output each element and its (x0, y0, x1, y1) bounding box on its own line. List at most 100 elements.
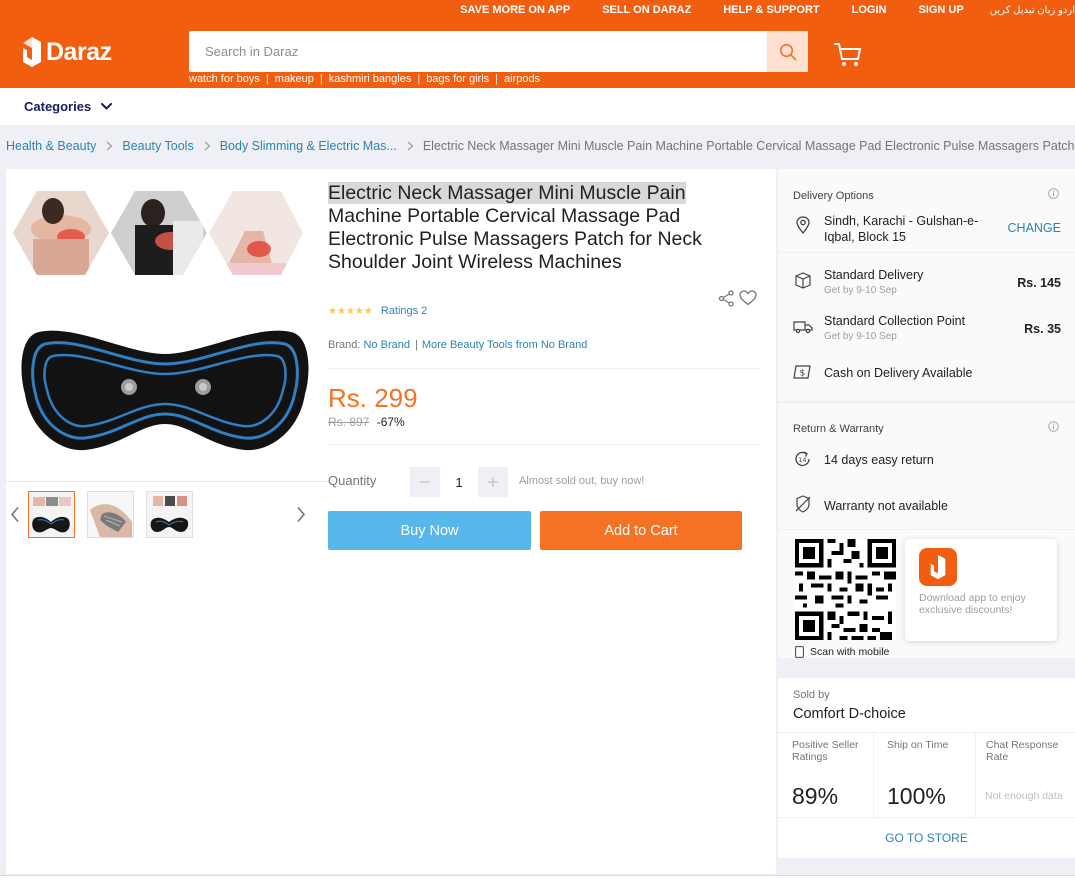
rating-row: ★★★★★ Ratings 2 (328, 305, 427, 317)
divider (328, 444, 760, 445)
topbar-link-signup[interactable]: SIGN UP (918, 4, 963, 16)
search-icon (779, 43, 796, 60)
delivery-options-title: Delivery Options (793, 190, 874, 202)
metric-label: Ship on Time (887, 739, 949, 751)
quantity-stepper[interactable] (440, 467, 478, 497)
suggestion-link[interactable]: bags for girls (426, 73, 489, 85)
brand-row: Brand: No Brand | More Beauty Tools from N… (328, 339, 587, 351)
thumbnail-picture (29, 492, 74, 537)
sold-by-label: Sold by (793, 689, 830, 701)
rating-stars: ★★★★★ (328, 305, 373, 317)
ratings-link[interactable]: Ratings 2 (381, 305, 427, 317)
divider (778, 252, 1075, 253)
suggestion-link[interactable]: kashmiri bangles (329, 73, 412, 85)
chevron-right-icon (106, 141, 113, 151)
heart-icon[interactable] (739, 290, 757, 306)
plus-icon (488, 477, 498, 487)
site-header: SAVE MORE ON APP SELL ON DARAZ HELP & SU… (0, 0, 1075, 88)
qr-code-image (795, 539, 896, 640)
seller-metric-ship-on-time: Ship on Time 100% (874, 732, 976, 817)
search-button[interactable] (767, 31, 808, 72)
topbar-link-save-more-on-app[interactable]: SAVE MORE ON APP (460, 4, 570, 16)
info-icon[interactable] (1048, 421, 1059, 432)
add-to-cart-button[interactable]: Add to Cart (540, 511, 742, 550)
product-main-image[interactable] (19, 324, 311, 456)
seller-metric-chat-response: Chat Response Rate Not enough data (976, 732, 1075, 817)
suggestion-separator: | (495, 73, 499, 85)
product-price: Rs. 299 (328, 383, 418, 413)
breadcrumb-link-body-slimming[interactable]: Body Slimming & Electric Mas... (220, 139, 397, 153)
original-price-row: Rs. 897 -67% (328, 415, 405, 429)
metric-label: Chat Response Rate (986, 739, 1059, 763)
original-price: Rs. 897 (328, 415, 370, 429)
breadcrumb-link-health-beauty[interactable]: Health & Beauty (6, 139, 96, 153)
thumbnail-picture (88, 492, 133, 537)
suggestion-link[interactable]: makeup (275, 73, 314, 85)
daraz-app-icon (919, 548, 957, 586)
product-title-highlight: Electric Neck Massager Mini Muscle Pain (328, 182, 686, 204)
collection-point-fee: Rs. 35 (1024, 322, 1061, 336)
chevron-right-icon (204, 141, 211, 151)
divider (778, 529, 1075, 530)
share-icon[interactable] (718, 290, 735, 307)
collection-point-label: Standard Collection Point (824, 314, 966, 328)
brand-link[interactable]: No Brand (363, 339, 409, 351)
seller-metric-positive-ratings: Positive Seller Ratings 89% (778, 732, 874, 817)
location-pin-icon (796, 216, 810, 235)
suggestion-link[interactable]: airpods (504, 73, 540, 85)
return-warranty-title: Return & Warranty (793, 423, 884, 435)
app-download-card[interactable]: Download app to enjoy exclusive discount… (905, 539, 1057, 641)
go-to-store-link[interactable]: GO TO STORE (778, 817, 1075, 858)
buy-now-button[interactable]: Buy Now (328, 511, 531, 550)
daraz-logo-icon (23, 37, 41, 67)
divider (328, 368, 760, 369)
change-location-link[interactable]: CHANGE (1008, 221, 1061, 235)
app-download-text: Download app to enjoy exclusive discount… (919, 592, 1026, 616)
daraz-logo-icon (930, 554, 946, 580)
scan-with-mobile-label: Scan with mobile (810, 646, 890, 658)
chevron-down-icon (101, 103, 113, 110)
logo-text: Daraz (46, 37, 112, 66)
breadcrumb-current: Electric Neck Massager Mini Muscle Pain … (422, 139, 1075, 153)
categories-button[interactable]: Categories (24, 88, 113, 125)
seller-panel: Sold by Comfort D-choice Positive Seller… (778, 678, 1075, 858)
thumbnail-image-1[interactable] (28, 491, 75, 538)
cart-icon[interactable] (834, 42, 862, 68)
product-panel: Electric Neck Massager Mini Muscle Pain … (6, 169, 776, 874)
truck-icon (793, 321, 813, 334)
minus-icon (420, 481, 430, 483)
chevron-right-icon[interactable] (296, 506, 306, 523)
info-icon[interactable] (1048, 188, 1059, 199)
daraz-logo[interactable]: Daraz (22, 36, 112, 68)
divider (778, 401, 1075, 403)
thumbnail-strip (6, 491, 316, 539)
topbar-link-help-support[interactable]: HELP & SUPPORT (723, 4, 819, 16)
suggestion-separator: | (265, 73, 269, 85)
categories-label: Categories (24, 99, 92, 114)
product-title-rest: Machine Portable Cervical Massage Pad El… (328, 205, 702, 273)
product-gallery-images[interactable] (13, 191, 303, 275)
topbar-link-login[interactable]: LOGIN (852, 4, 887, 16)
collection-point-eta: Get by 9-10 Sep (824, 331, 897, 342)
chevron-left-icon[interactable] (10, 506, 20, 523)
quantity-decrease-button[interactable] (410, 467, 440, 497)
breadcrumb-link-beauty-tools[interactable]: Beauty Tools (122, 139, 193, 153)
search-input[interactable] (189, 31, 767, 72)
more-from-brand-link[interactable]: More Beauty Tools from No Brand (422, 339, 587, 351)
svg-text:$: $ (800, 369, 806, 379)
language-switch[interactable]: اردو زبان تبدیل کریں (990, 5, 1075, 16)
brand-label: Brand: (328, 339, 361, 351)
thumbnail-image-2[interactable] (87, 491, 134, 538)
topbar-link-sell-on-daraz[interactable]: SELL ON DARAZ (602, 4, 691, 16)
chevron-right-icon (407, 141, 414, 151)
brand-separator: | (414, 339, 418, 351)
thumbnail-image-3[interactable] (146, 491, 193, 538)
suggestion-separator: | (319, 73, 323, 85)
delivery-panel: Delivery Options Sindh, Karachi - Gulsha… (778, 169, 1075, 658)
seller-name[interactable]: Comfort D-choice (793, 706, 906, 722)
suggestion-link[interactable]: watch for boys (189, 73, 260, 85)
quantity-increase-button[interactable] (478, 467, 508, 497)
gallery-divider (6, 481, 328, 482)
standard-delivery-eta: Get by 9-10 Sep (824, 285, 897, 296)
categories-bar: Categories (0, 88, 1075, 125)
